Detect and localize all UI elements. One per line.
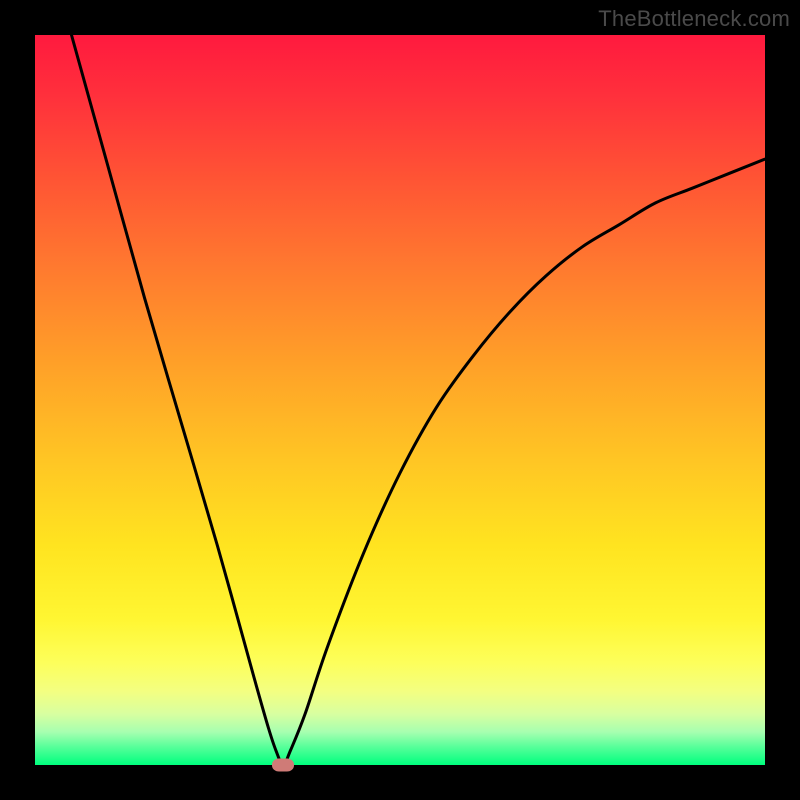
bottleneck-curve	[72, 35, 766, 765]
optimum-marker	[272, 759, 294, 772]
chart-frame: TheBottleneck.com	[0, 0, 800, 800]
curve-svg	[35, 35, 765, 765]
watermark-text: TheBottleneck.com	[598, 6, 790, 32]
plot-area	[35, 35, 765, 765]
